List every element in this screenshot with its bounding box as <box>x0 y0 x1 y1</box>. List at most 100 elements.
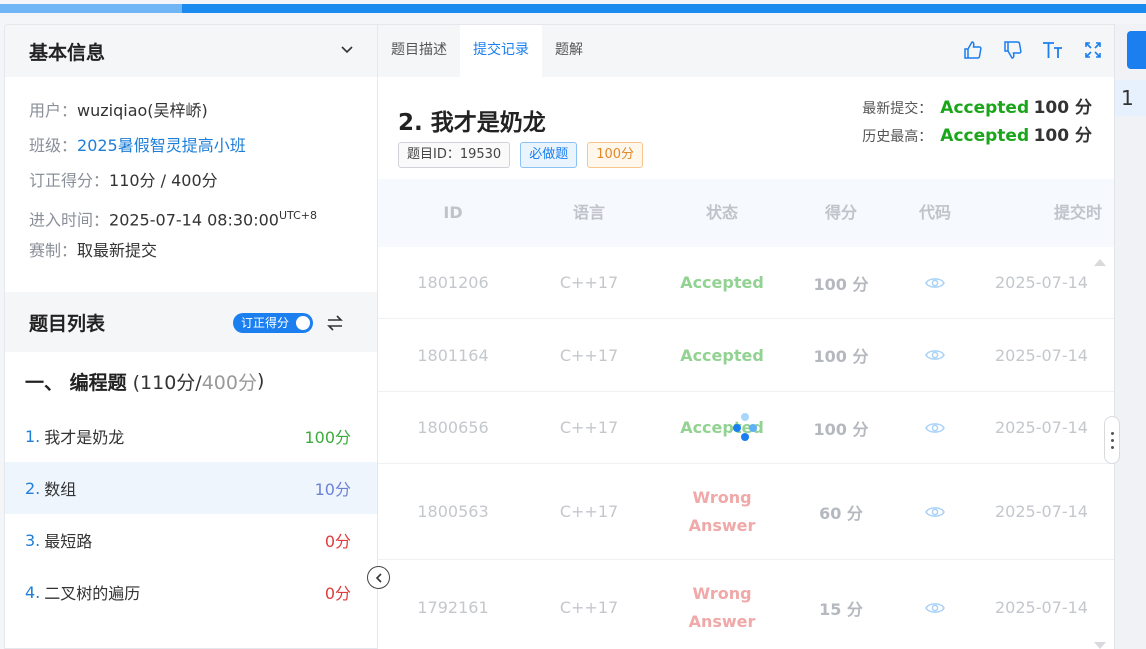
problem-name: 二叉树的遍历 <box>44 584 141 603</box>
col-code: 代码 <box>918 203 951 222</box>
col-status: 状态 <box>705 203 738 222</box>
problem-title: 2. 我才是奶龙 <box>398 110 546 136</box>
tab-description[interactable]: 题目描述 <box>378 25 460 77</box>
problem-item[interactable]: 2. 数组 10分 <box>5 462 377 514</box>
language-cell: C++17 <box>559 345 619 365</box>
eye-icon[interactable] <box>925 601 945 615</box>
editor-strip: 1 <box>1114 24 1146 649</box>
left-panel: 基本信息 用户：wuziqiao(吴梓峤) 班级：2025暑假智灵提高小班 订正… <box>4 24 378 649</box>
latest-status: Accepted <box>940 98 1030 118</box>
col-points: 得分 <box>824 203 857 222</box>
resize-handle[interactable] <box>1104 416 1120 464</box>
status-cell: Wrong Answer <box>677 464 767 559</box>
id-cell: 1800563 <box>417 502 489 521</box>
scroll-up-arrow[interactable] <box>1094 259 1106 266</box>
submit-time-cell: 2025-07-14 <box>995 598 1088 617</box>
fullscreen-icon[interactable] <box>1082 39 1104 61</box>
toggle-knob <box>296 316 310 330</box>
col-submit-time: 提交时 <box>1054 203 1103 222</box>
code-cell <box>890 319 980 391</box>
basic-info-header[interactable]: 基本信息 <box>5 25 377 77</box>
latest-label: 最新提交： <box>862 101 933 117</box>
problem-number: 4. <box>25 582 41 602</box>
col-language: 语言 <box>572 203 605 222</box>
info-user: 用户：wuziqiao(吴梓峤) <box>29 93 353 128</box>
id-cell: 1801206 <box>417 273 489 292</box>
status-line1: Wrong <box>692 487 752 507</box>
status-cell: Accepted <box>680 273 764 292</box>
thumbs-up-icon[interactable] <box>962 39 984 61</box>
language-cell: C++17 <box>559 598 619 617</box>
code-cell <box>890 464 980 559</box>
loading-spinner <box>733 413 757 441</box>
table-row[interactable]: 1801206 C++17 Accepted 100 分 2025-07-14 <box>378 247 1114 319</box>
line-number: 1 <box>1115 80 1146 116</box>
font-size-icon[interactable] <box>1042 39 1064 61</box>
points-cell: 100 分 <box>813 274 869 294</box>
tab-solutions[interactable]: 题解 <box>542 25 596 77</box>
status-line2: Answer <box>688 515 756 535</box>
submit-time-cell: 2025-07-14 <box>995 502 1088 521</box>
table-row[interactable]: 1801164 C++17 Accepted 100 分 2025-07-14 <box>378 319 1114 392</box>
toolbar-icons <box>962 39 1104 61</box>
chevron-down-icon[interactable] <box>339 42 355 58</box>
chevron-left-icon <box>375 572 382 583</box>
info-entry-time-value: 2025-07-14 08:30:00 <box>109 210 279 230</box>
basic-info-title: 基本信息 <box>29 41 106 64</box>
points-cell: 100 分 <box>813 347 869 366</box>
best-submission-stat: 历史最高： Accepted 100 分 <box>862 121 1092 146</box>
problem-tags: 题目ID：19530 必做题 100分 <box>398 142 644 168</box>
eye-icon[interactable] <box>925 505 945 519</box>
table-row[interactable]: 1800563 C++17 Wrong Answer 60 分 2025-07-14 <box>378 464 1114 560</box>
problem-number: 2. <box>25 478 41 498</box>
timezone-label: UTC+8 <box>278 209 317 222</box>
info-mode-label: 赛制： <box>29 241 78 260</box>
submit-time-cell: 2025-07-14 <box>995 418 1088 437</box>
status-line1: Wrong <box>692 583 752 603</box>
points-cell: 100 分 <box>813 419 869 439</box>
status-cell: Wrong Answer <box>677 560 767 649</box>
swap-icon[interactable] <box>325 313 345 333</box>
id-cell: 1801164 <box>417 345 489 365</box>
progress-fill <box>0 4 183 13</box>
corrected-score-toggle[interactable]: 订正得分 <box>233 313 313 333</box>
info-score: 订正得分：110分 / 400分 <box>29 163 353 198</box>
basic-info: 用户：wuziqiao(吴梓峤) 班级：2025暑假智灵提高小班 订正得分：11… <box>5 77 377 274</box>
problem-item[interactable]: 4. 二叉树的遍历 0分 <box>5 566 377 618</box>
scroll-down-arrow[interactable] <box>1094 642 1106 649</box>
info-class: 班级：2025暑假智灵提高小班 <box>29 128 353 163</box>
info-score-label: 订正得分： <box>29 171 110 190</box>
table-row[interactable]: 1792161 C++17 Wrong Answer 15 分 2025-07-14 <box>378 560 1114 649</box>
collapse-panel-button[interactable] <box>367 566 390 589</box>
best-points: 100 分 <box>1033 126 1092 146</box>
app-root: 基本信息 用户：wuziqiao(吴梓峤) 班级：2025暑假智灵提高小班 订正… <box>0 0 1146 649</box>
editor-action-button[interactable] <box>1127 31 1146 69</box>
problem-name: 数组 <box>44 480 77 499</box>
problem-item[interactable]: 3. 最短路 0分 <box>5 514 377 566</box>
info-entry-time-label: 进入时间： <box>29 210 110 230</box>
eye-icon[interactable] <box>925 276 945 290</box>
toggle-label: 订正得分 <box>241 316 290 330</box>
problem-score: 10分 <box>314 480 351 499</box>
class-link[interactable]: 2025暑假智灵提高小班 <box>77 136 246 155</box>
category-score-close: ) <box>256 370 265 392</box>
eye-icon[interactable] <box>925 421 945 435</box>
language-cell: C++17 <box>559 273 619 292</box>
best-label: 历史最高： <box>862 129 933 145</box>
tab-submissions[interactable]: 提交记录 <box>460 25 542 77</box>
table-header: ID 语言 状态 得分 代码 提交时 <box>378 179 1114 247</box>
info-class-label: 班级： <box>29 136 78 155</box>
thumbs-down-icon[interactable] <box>1002 39 1024 61</box>
problem-name: 最短路 <box>44 532 93 551</box>
submit-time-cell: 2025-07-14 <box>995 273 1088 292</box>
id-cell: 1792161 <box>417 598 489 617</box>
problem-item[interactable]: 1. 我才是奶龙 100分 <box>5 410 377 462</box>
latest-submission-stat: 最新提交： Accepted 100 分 <box>862 93 1092 118</box>
code-cell <box>890 560 980 649</box>
tab-bar: 题目描述 提交记录 题解 <box>378 25 1114 77</box>
status-line2: Answer <box>688 611 756 631</box>
problem-score: 0分 <box>324 532 351 551</box>
problem-score: 100分 <box>304 428 351 447</box>
problem-number: 1. <box>25 426 41 446</box>
eye-icon[interactable] <box>925 348 945 362</box>
